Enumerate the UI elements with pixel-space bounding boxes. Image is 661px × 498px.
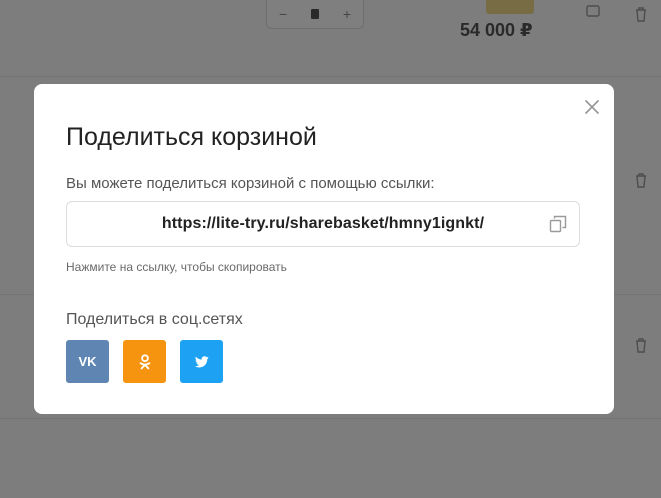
share-basket-modal: Поделиться корзиной Вы можете поделиться… [34,84,614,414]
close-button[interactable] [582,97,602,117]
close-icon [585,100,599,114]
twitter-share-button[interactable] [180,340,223,383]
share-link-field[interactable]: https://lite-try.ru/sharebasket/hmny1ign… [66,201,580,247]
ok-icon [139,353,150,369]
copy-hint: Нажмите на ссылку, чтобы скопировать [66,260,287,274]
modal-title: Поделиться корзиной [66,123,317,151]
share-description: Вы можете поделиться корзиной с помощью … [66,175,435,192]
vk-share-button[interactable]: VK [66,340,109,383]
social-buttons: VK [66,340,223,383]
vk-icon: VK [78,354,97,369]
odnoklassniki-share-button[interactable] [123,340,166,383]
social-share-title: Поделиться в соц.сетях [66,311,243,328]
twitter-icon [194,355,209,367]
copy-icon[interactable] [549,215,567,233]
share-link[interactable]: https://lite-try.ru/sharebasket/hmny1ign… [162,215,484,233]
